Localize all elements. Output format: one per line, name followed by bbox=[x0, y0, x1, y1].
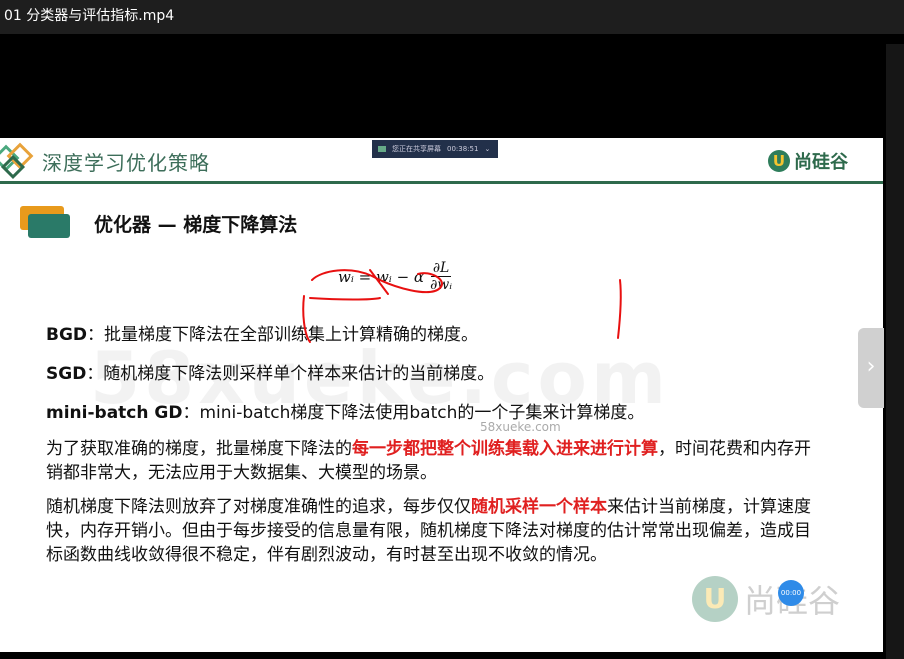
video-letterbox-top bbox=[0, 34, 904, 138]
header-divider bbox=[0, 181, 883, 184]
mbgd-label: mini-batch GD bbox=[46, 403, 183, 423]
diamond-logo-icon bbox=[0, 142, 34, 180]
formula-denominator: ∂wᵢ bbox=[430, 277, 453, 293]
sgd-label: SGD bbox=[46, 364, 87, 384]
share-status-icon bbox=[378, 146, 386, 152]
section-title: 优化器 — 梯度下降算法 bbox=[94, 214, 298, 236]
slide-header-title: 深度学习优化策略 bbox=[42, 151, 210, 175]
para1-text-a: 为了获取准确的梯度，批量梯度下降法的 bbox=[46, 439, 352, 459]
paragraph-sgd: 随机梯度下降法则放弃了对梯度准确性的追求，每步仅仅随机采样一个样本来估计当前梯度… bbox=[46, 495, 816, 567]
mbgd-text: ：mini-batch梯度下降法使用batch的一个子集来计算梯度。 bbox=[182, 403, 645, 423]
chevron-down-icon[interactable]: ⌄ bbox=[484, 145, 490, 153]
window-title: 01 分类器与评估指标.mp4 bbox=[4, 8, 175, 24]
window-title-bar: 01 分类器与评估指标.mp4 bbox=[0, 0, 904, 34]
formula-lhs: wᵢ = wᵢ − α bbox=[338, 267, 425, 286]
bgd-line: BGD：批量梯度下降法在全部训练集上计算精确的梯度。 bbox=[46, 320, 478, 345]
brand-logo-watermark: U 尚硅谷 bbox=[692, 576, 840, 622]
brand-logo: U 尚硅谷 bbox=[768, 148, 848, 174]
share-timer: 00:38:51 bbox=[447, 145, 479, 153]
mbgd-line: mini-batch GD：mini-batch梯度下降法使用batch的一个子… bbox=[46, 398, 644, 423]
formula-fraction: ∂L ∂wᵢ bbox=[430, 260, 452, 293]
next-slide-button[interactable]: › bbox=[858, 328, 884, 408]
share-status-text: 您正在共享屏幕 bbox=[392, 145, 441, 153]
paragraph-bgd: 为了获取准确的梯度，批量梯度下降法的每一步都把整个训练集载入进来进行计算，时间花… bbox=[46, 437, 816, 485]
para2-text-a: 随机梯度下降法则放弃了对梯度准确性的追求，每步仅仅 bbox=[46, 497, 471, 517]
para2-highlight: 随机采样一个样本 bbox=[471, 497, 607, 517]
video-letterbox-right bbox=[886, 44, 904, 659]
sgd-line: SGD：随机梯度下降法则采样单个样本来估计的当前梯度。 bbox=[46, 359, 494, 384]
recording-timer[interactable]: 00:00 bbox=[778, 580, 804, 606]
chevron-right-icon: › bbox=[866, 354, 876, 379]
presentation-slide: 深度学习优化策略 U 尚硅谷 58xueke.com 58xueke.com 优… bbox=[0, 138, 883, 652]
atguigu-logo-icon: U bbox=[768, 150, 790, 172]
update-formula: wᵢ = wᵢ − α ∂L ∂wᵢ bbox=[338, 260, 452, 293]
formula-numerator: ∂L bbox=[430, 260, 452, 277]
section-cards-icon bbox=[20, 206, 70, 238]
sgd-text: ：随机梯度下降法则采样单个样本来估计的当前梯度。 bbox=[86, 364, 495, 384]
atguigu-logo-icon: U bbox=[692, 576, 738, 622]
para1-highlight: 每一步都把整个训练集载入进来进行计算 bbox=[352, 439, 658, 459]
bgd-text: ：批量梯度下降法在全部训练集上计算精确的梯度。 bbox=[87, 325, 479, 345]
screen-share-bar[interactable]: 您正在共享屏幕 00:38:51 ⌄ bbox=[372, 140, 498, 158]
bgd-label: BGD bbox=[46, 325, 88, 345]
brand-logo-text: 尚硅谷 bbox=[794, 152, 848, 173]
